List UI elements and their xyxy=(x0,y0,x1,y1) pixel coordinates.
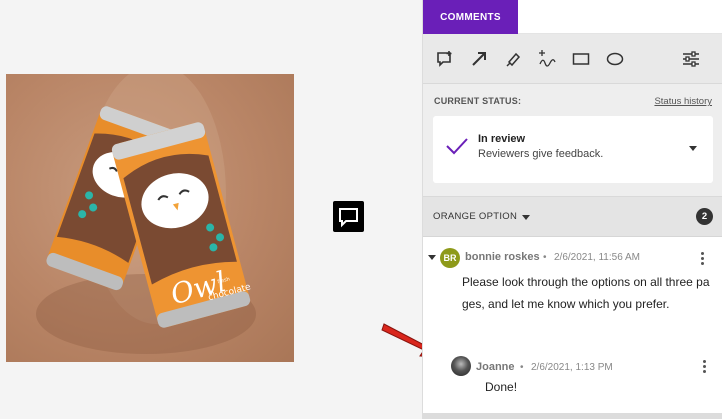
comment-author: bonnie roskes xyxy=(465,251,540,263)
avatar: BR xyxy=(440,248,460,268)
chevron-down-icon[interactable] xyxy=(689,146,697,151)
artwork-image[interactable]: Owl fresh chocolate xyxy=(6,74,294,362)
comment-pin-icon[interactable] xyxy=(333,201,364,232)
freehand-icon[interactable] xyxy=(535,47,559,71)
comment-count-badge: 2 xyxy=(696,208,713,225)
reply-author: Joanne xyxy=(476,361,515,373)
reply-timestamp: 2/6/2021, 1:13 PM xyxy=(531,362,613,373)
status-title: In review xyxy=(478,133,526,145)
owl-cans-illustration: Owl fresh chocolate xyxy=(36,74,256,354)
arrow-icon[interactable] xyxy=(467,47,491,71)
ellipse-icon[interactable] xyxy=(603,47,627,71)
status-history-link[interactable]: Status history xyxy=(654,96,712,107)
status-section: CURRENT STATUS: Status history In review… xyxy=(423,84,722,197)
group-title: ORANGE OPTION xyxy=(433,211,518,222)
canvas-area[interactable]: Owl fresh chocolate xyxy=(0,0,422,419)
comment-body: Please look through the options on all t… xyxy=(462,275,710,311)
status-dropdown[interactable]: In review Reviewers give feedback. xyxy=(433,116,713,183)
comment-group-header[interactable]: ORANGE OPTION 2 xyxy=(423,197,722,237)
panel-tabbar: COMMENTS xyxy=(423,0,722,34)
reply-body: Done! xyxy=(485,380,518,394)
current-status-label: CURRENT STATUS: xyxy=(434,96,522,106)
highlighter-icon[interactable] xyxy=(501,47,525,71)
more-options-icon[interactable] xyxy=(701,252,704,265)
panel-bottom-bar xyxy=(423,413,722,419)
annotation-toolbar xyxy=(423,34,722,84)
add-comment-icon[interactable] xyxy=(433,47,457,71)
avatar xyxy=(451,356,471,376)
chevron-down-icon[interactable] xyxy=(522,215,530,220)
status-subtitle: Reviewers give feedback. xyxy=(478,148,604,160)
meta-separator: • xyxy=(543,252,547,263)
comment-thread: BR bonnie roskes • 2/6/2021, 11:56 AM Pl… xyxy=(423,238,722,419)
comment-timestamp: 2/6/2021, 11:56 AM xyxy=(554,252,640,263)
more-options-icon[interactable] xyxy=(703,360,706,373)
meta-separator: • xyxy=(520,362,524,373)
checkmark-icon xyxy=(446,138,468,155)
comments-panel: COMMENTS CURRENT STATUS: Status history xyxy=(422,0,722,419)
rectangle-icon[interactable] xyxy=(569,47,593,71)
filter-settings-icon[interactable] xyxy=(679,47,703,71)
collapse-caret-icon[interactable] xyxy=(428,255,436,260)
tab-comments[interactable]: COMMENTS xyxy=(423,0,518,34)
